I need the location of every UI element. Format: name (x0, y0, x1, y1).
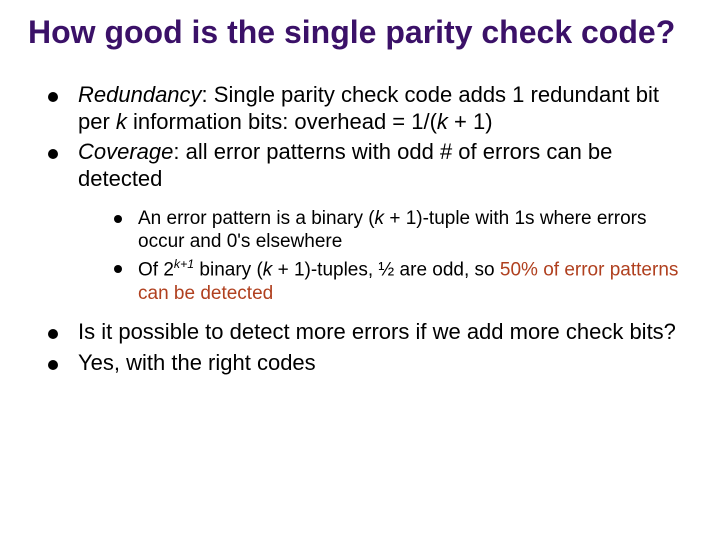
bullet-question: Is it possible to detect more errors if … (48, 319, 692, 346)
var-k: k (116, 109, 127, 134)
var-k: k (437, 109, 448, 134)
text: + 1)-tuples, ½ are odd, so (272, 260, 500, 281)
var-k: k (263, 260, 273, 281)
superscript: k+1 (174, 257, 194, 271)
lead-word: Coverage (78, 139, 173, 164)
bullet-redundancy: Redundancy: Single parity check code add… (48, 82, 692, 136)
slide: How good is the single parity check code… (0, 0, 720, 540)
slide-title: How good is the single parity check code… (28, 14, 692, 52)
text: binary ( (194, 260, 263, 281)
text: Of 2 (138, 260, 174, 281)
var-k: k (375, 208, 385, 229)
subbullet-fifty-percent: Of 2k+1 binary (k + 1)-tuples, ½ are odd… (114, 257, 692, 305)
text: information bits: overhead = 1/( (127, 109, 437, 134)
text: + 1) (448, 109, 493, 134)
lead-word: Redundancy (78, 82, 202, 107)
bullet-answer: Yes, with the right codes (48, 350, 692, 377)
text: An error pattern is a binary ( (138, 208, 375, 229)
bullet-list-level1: Redundancy: Single parity check code add… (48, 82, 692, 377)
subbullet-error-pattern: An error pattern is a binary (k + 1)-tup… (114, 207, 692, 253)
bullet-coverage: Coverage: all error patterns with odd # … (48, 139, 692, 305)
bullet-list-level2: An error pattern is a binary (k + 1)-tup… (114, 207, 692, 305)
